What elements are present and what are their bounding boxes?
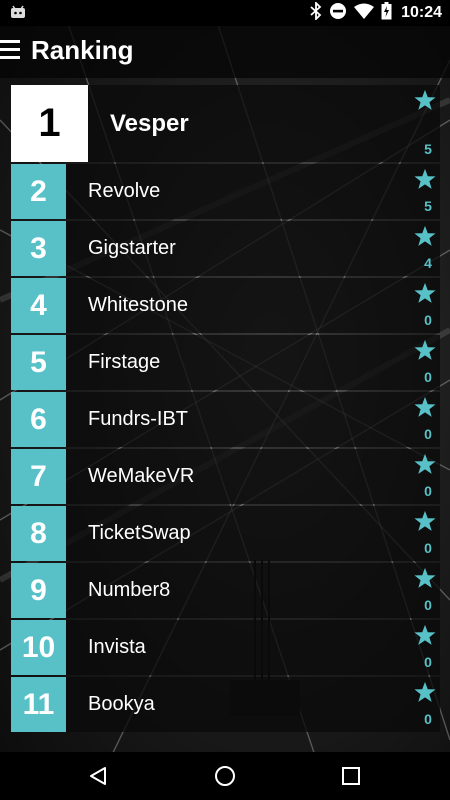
ranking-row[interactable]: 3 Gigstarter 4 (11, 221, 440, 276)
project-name: Vesper (110, 109, 189, 137)
home-circle-icon[interactable] (214, 765, 236, 787)
android-notification-icon (10, 5, 26, 19)
star-icon[interactable] (414, 681, 436, 703)
back-triangle-icon[interactable] (87, 765, 109, 787)
vote-count: 0 (424, 654, 432, 670)
star-icon[interactable] (414, 339, 436, 361)
project-name: Revolve (88, 180, 161, 202)
rank-number: 7 (11, 449, 66, 504)
vote-count: 4 (424, 255, 432, 271)
project-name: Firstage (88, 351, 161, 373)
rank-number: 4 (11, 278, 66, 333)
ranking-row[interactable]: 8 TicketSwap 0 (11, 506, 440, 561)
rank-number: 11 (11, 677, 66, 732)
vote-count: 5 (424, 198, 432, 214)
project-name: WeMakeVR (88, 465, 195, 487)
ranking-row[interactable]: 11 Bookya 0 (11, 677, 440, 732)
status-bar: 10:24 (0, 0, 450, 26)
star-icon[interactable] (414, 225, 436, 247)
vote-count: 0 (424, 711, 432, 727)
project-name: Bookya (88, 693, 155, 715)
ranking-row[interactable]: 5 Firstage 0 (11, 335, 440, 390)
star-icon[interactable] (414, 453, 436, 475)
vote-count: 0 (424, 312, 432, 328)
rank-number: 9 (11, 563, 66, 618)
star-icon[interactable] (414, 624, 436, 646)
ranking-row[interactable]: 1 Vesper 5 (11, 85, 440, 162)
project-name: Invista (88, 636, 146, 658)
recents-square-icon[interactable] (340, 765, 362, 787)
rank-number: 1 (11, 85, 88, 162)
ranking-row[interactable]: 7 WeMakeVR 0 (11, 449, 440, 504)
app-bar: Ranking (0, 26, 450, 78)
vote-count: 5 (424, 141, 432, 157)
status-icons: 10:24 (310, 0, 442, 25)
rank-number: 8 (11, 506, 66, 561)
star-icon[interactable] (414, 168, 436, 190)
star-icon[interactable] (414, 89, 436, 111)
star-icon[interactable] (414, 396, 436, 418)
vote-count: 0 (424, 540, 432, 556)
ranking-row[interactable]: 2 Revolve 5 (11, 164, 440, 219)
rank-number: 5 (11, 335, 66, 390)
star-icon[interactable] (414, 567, 436, 589)
vote-count: 0 (424, 597, 432, 613)
vote-count: 0 (424, 483, 432, 499)
project-name: TicketSwap (88, 522, 191, 544)
project-name: Whitestone (88, 294, 189, 316)
rank-number: 10 (11, 620, 66, 675)
project-name: Number8 (88, 579, 171, 601)
rank-number: 2 (11, 164, 66, 219)
do-not-disturb-icon (329, 2, 347, 25)
rank-number: 6 (11, 392, 66, 447)
ranking-row[interactable]: 4 Whitestone 0 (11, 278, 440, 333)
battery-charging-icon (381, 1, 392, 25)
ranking-row[interactable]: 10 Invista 0 (11, 620, 440, 675)
menu-icon[interactable] (0, 40, 22, 60)
star-icon[interactable] (414, 510, 436, 532)
ranking-list: 1 Vesper 5 2 Revolve 5 3 Gigstarter 4 4 … (11, 85, 440, 734)
ranking-row[interactable]: 6 Fundrs-IBT 0 (11, 392, 440, 447)
wifi-icon (354, 3, 375, 24)
vote-count: 0 (424, 369, 432, 385)
bluetooth-icon (310, 0, 322, 25)
screen: 10:24 Ranking 1 Vesper 5 2 Revolve 5 3 G… (0, 0, 450, 800)
navigation-bar (0, 752, 450, 800)
project-name: Gigstarter (88, 237, 176, 259)
rank-number: 3 (11, 221, 66, 276)
status-time: 10:24 (401, 4, 442, 21)
vote-count: 0 (424, 426, 432, 442)
project-name: Fundrs-IBT (88, 408, 189, 430)
star-icon[interactable] (414, 282, 436, 304)
page-title: Ranking (31, 35, 134, 65)
ranking-row[interactable]: 9 Number8 0 (11, 563, 440, 618)
